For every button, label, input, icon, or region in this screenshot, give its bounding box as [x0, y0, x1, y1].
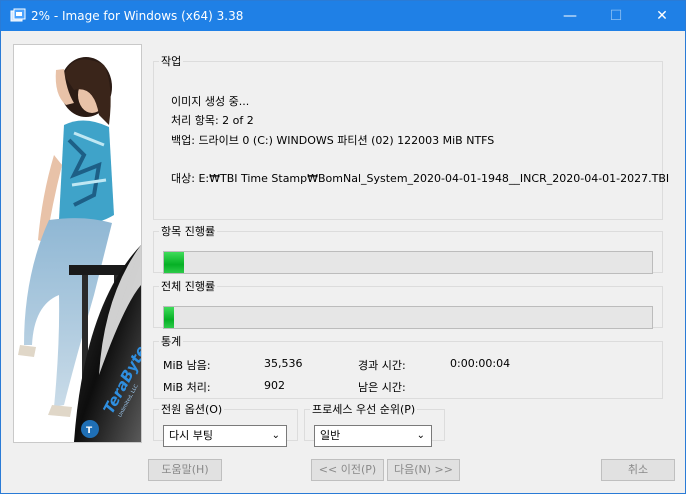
chevron-down-icon: ⌄	[271, 430, 280, 441]
total-progress-legend: 전체 진행률	[161, 280, 216, 293]
item-progress-fill	[164, 252, 184, 273]
process-priority-select[interactable]: 일반 ⌄	[314, 425, 432, 447]
elapsed-time-label: 경과 시간:	[358, 359, 406, 372]
next-button[interactable]: 다음(N) >>	[387, 459, 460, 481]
maximize-button[interactable]: ☐	[593, 1, 639, 31]
app-icon	[10, 8, 26, 22]
backup-source-text: 백업: 드라이브 0 (C:) WINDOWS 파티션 (02) 122003 …	[171, 134, 495, 147]
task-group-legend: 작업	[161, 55, 182, 68]
main-window: 2% - Image for Windows (x64) 3.38 — ☐ ✕	[0, 0, 686, 494]
process-priority-value: 일반	[320, 429, 341, 442]
item-count-text: 처리 항목: 2 of 2	[171, 114, 254, 127]
process-priority-group: 프로세스 우선 순위(P) 일반 ⌄	[304, 401, 445, 447]
elapsed-time-value: 0:00:00:04	[450, 357, 511, 370]
power-options-group: 전원 옵션(O) 다시 부팅 ⌄	[153, 401, 298, 447]
target-path-text: 대상: E:₩TBI Time Stamp₩BomNal_System_2020…	[171, 172, 670, 185]
statistics-legend: 통계	[161, 335, 182, 348]
total-progress-group: 전체 진행률	[153, 278, 663, 329]
window-title: 2% - Image for Windows (x64) 3.38	[31, 9, 244, 23]
banner-illustration: T TeraByte Unlimited, LLC	[14, 45, 141, 442]
svg-text:T: T	[86, 426, 93, 436]
close-button[interactable]: ✕	[639, 1, 685, 31]
remaining-time-label: 남은 시간:	[358, 381, 406, 394]
cancel-button[interactable]: 취소	[601, 459, 675, 481]
total-progress-fill	[164, 307, 174, 328]
title-bar[interactable]: 2% - Image for Windows (x64) 3.38 — ☐ ✕	[1, 1, 685, 31]
product-banner-image: T TeraByte Unlimited, LLC	[13, 44, 142, 443]
power-options-value: 다시 부팅	[169, 429, 213, 442]
task-group: 작업 이미지 생성 중... 처리 항목: 2 of 2 백업: 드라이브 0 …	[153, 53, 669, 220]
mib-left-label: MiB 남음:	[163, 359, 211, 372]
statistics-group: 통계 MiB 남음: 35,536 경과 시간: 0:00:00:04 MiB …	[153, 333, 663, 399]
item-progress-bar	[163, 251, 653, 274]
minimize-button[interactable]: —	[547, 1, 593, 31]
mib-processed-label: MiB 처리:	[163, 381, 211, 394]
back-button[interactable]: << 이전(P)	[311, 459, 384, 481]
help-button[interactable]: 도움말(H)	[148, 459, 222, 481]
chevron-down-icon: ⌄	[416, 430, 425, 441]
power-options-legend: 전원 옵션(O)	[161, 403, 223, 416]
status-text: 이미지 생성 중...	[171, 95, 250, 108]
power-options-select[interactable]: 다시 부팅 ⌄	[163, 425, 287, 447]
mib-left-value: 35,536	[264, 357, 303, 370]
mib-processed-value: 902	[264, 379, 285, 392]
total-progress-bar	[163, 306, 653, 329]
process-priority-legend: 프로세스 우선 순위(P)	[312, 403, 416, 416]
item-progress-legend: 항목 진행률	[161, 225, 216, 238]
item-progress-group: 항목 진행률	[153, 223, 663, 274]
